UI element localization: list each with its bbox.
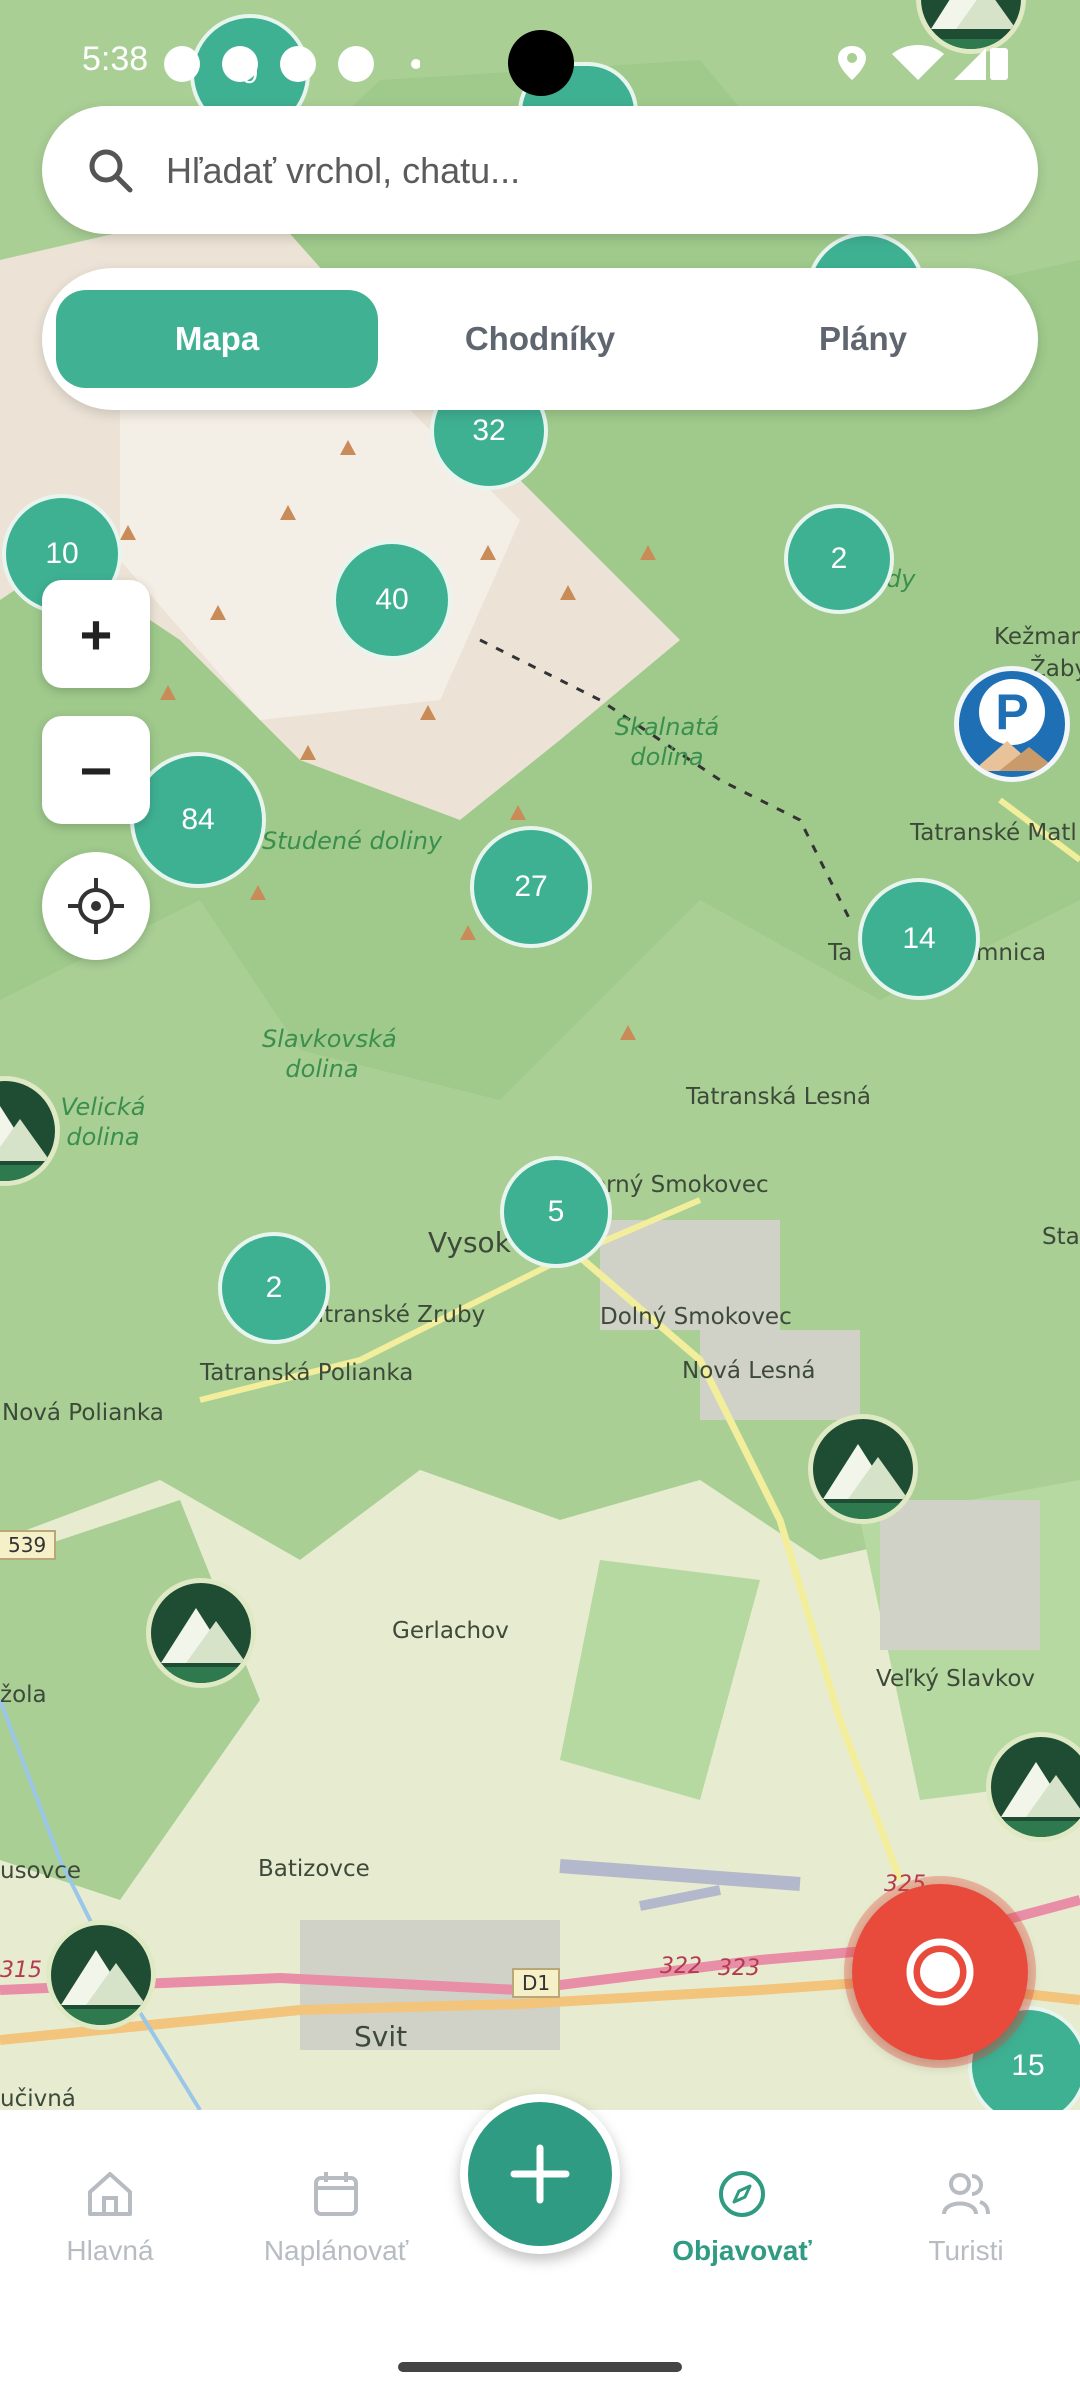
home-indicator[interactable] [398, 2362, 682, 2372]
label-usovce: usovce [0, 1858, 82, 1884]
label-tatranska-polianka: Tatranská Polianka [200, 1360, 414, 1386]
nav-label: Naplánovať [263, 2235, 409, 2266]
label-tatranska-lomnica-a: Ta [828, 940, 853, 966]
home-icon [88, 2172, 132, 2216]
label-tatranska-lesna: Tatranská Lesná [686, 1084, 871, 1110]
cluster-marker[interactable]: 5 [500, 1156, 612, 1268]
cluster-marker[interactable]: 2 [784, 504, 894, 614]
label-batizovce: Batizovce [258, 1856, 370, 1882]
cluster-marker[interactable]: 14 [858, 878, 980, 1000]
record-track-button[interactable] [852, 1884, 1028, 2060]
road-shield-539: 539 [0, 1530, 57, 1560]
tab-plany[interactable]: Plány [702, 290, 1024, 388]
zoom-in-button[interactable]: + [42, 580, 150, 688]
nav-item-naplanovat[interactable]: Naplánovať [236, 2168, 436, 2267]
label-kezmar: Kežmar [994, 624, 1080, 650]
label-gerlachov: Gerlachov [392, 1618, 509, 1644]
label-slavkovska-dolina: Slavkovská dolina [262, 1025, 397, 1083]
label-tatranske-matl: Tatranské Matl [910, 820, 1077, 846]
nav-item-hlavna[interactable]: Hlavná [10, 2168, 210, 2267]
nav-item-turisti[interactable]: Turisti [866, 2168, 1066, 2267]
plus-icon: + [79, 602, 113, 666]
label-nova-polianka: Nová Polianka [2, 1400, 164, 1426]
status-time: 5:38 [82, 40, 149, 78]
label-vysoke: Vysok [428, 1226, 511, 1259]
search-placeholder: Hľadať vrchol, chatu... [166, 150, 521, 191]
label-velky-slavkov: Veľký Slavkov [876, 1666, 1036, 1692]
label-horny-smokovec: orný Smokovec [592, 1172, 769, 1198]
search-icon [89, 149, 133, 193]
compass-icon [719, 2171, 765, 2217]
crosshair-icon [68, 878, 124, 934]
search-bar[interactable]: Hľadať vrchol, chatu... [42, 106, 1038, 234]
nav-label: Objavovať [672, 2235, 812, 2266]
tab-chodniky[interactable]: Chodníky [379, 290, 701, 388]
mountain-icon [151, 1608, 251, 1683]
label-nova-lesna: Nová Lesná [682, 1358, 816, 1384]
label-zola: žola [0, 1682, 47, 1708]
label-velicka-dolina: Velická dolina [60, 1093, 146, 1151]
road-shield-d1: D1 [512, 1968, 561, 1998]
label-tatranske-zruby: atranské Zruby [310, 1302, 486, 1328]
view-segmented-control: Mapa Chodníky Plány [42, 268, 1038, 410]
locate-me-button[interactable] [42, 852, 150, 960]
status-bar: 5:38 [0, 0, 1080, 110]
cluster-marker[interactable]: 2 [218, 1232, 330, 1344]
peak-marker[interactable] [808, 1414, 918, 1524]
camera-cutout [508, 30, 574, 96]
notification-icons [164, 46, 420, 82]
cluster-marker[interactable]: 84 [130, 752, 266, 888]
peak-marker[interactable] [46, 1920, 156, 2030]
cluster-marker[interactable]: 40 [332, 540, 452, 660]
label-ucivna: učivná [0, 2086, 76, 2110]
tab-mapa[interactable]: Mapa [56, 290, 378, 388]
nav-label: Turisti [928, 2235, 1004, 2266]
zoom-out-button[interactable]: − [42, 716, 150, 824]
label-tatranska-lomnica-b: mnica [976, 940, 1047, 966]
plus-icon [510, 2144, 570, 2204]
label-svit: Svit [354, 2020, 408, 2053]
nav-label: Hlavná [66, 2235, 154, 2266]
cluster-marker[interactable]: 27 [470, 826, 592, 948]
parking-marker[interactable]: P [954, 666, 1070, 782]
nav-item-objavovat[interactable]: Objavovať [642, 2168, 842, 2267]
peak-marker[interactable] [146, 1578, 256, 1688]
users-icon [942, 2173, 990, 2215]
record-icon [906, 1938, 974, 2006]
parking-mountain-icon [973, 741, 1059, 771]
label-studene-doliny: Studené doliny [262, 827, 443, 855]
mountain-icon [0, 1106, 55, 1181]
label-dolny-smokovec: Dolný Smokovec [600, 1304, 792, 1330]
mountain-icon [51, 1950, 151, 2025]
add-button[interactable] [460, 2094, 620, 2254]
system-status-icons [838, 45, 1008, 80]
road-number-315: 315 [0, 1958, 42, 1983]
road-number-322: 322 [660, 1954, 702, 1979]
road-number-323: 323 [718, 1956, 760, 1981]
mountain-icon [991, 1762, 1080, 1837]
label-sta: Sta [1042, 1224, 1080, 1250]
label-skalnata-dolina: Skalnatá dolina [614, 713, 720, 771]
calendar-icon [314, 2172, 358, 2216]
mountain-icon [813, 1444, 913, 1519]
minus-icon: − [79, 738, 113, 802]
